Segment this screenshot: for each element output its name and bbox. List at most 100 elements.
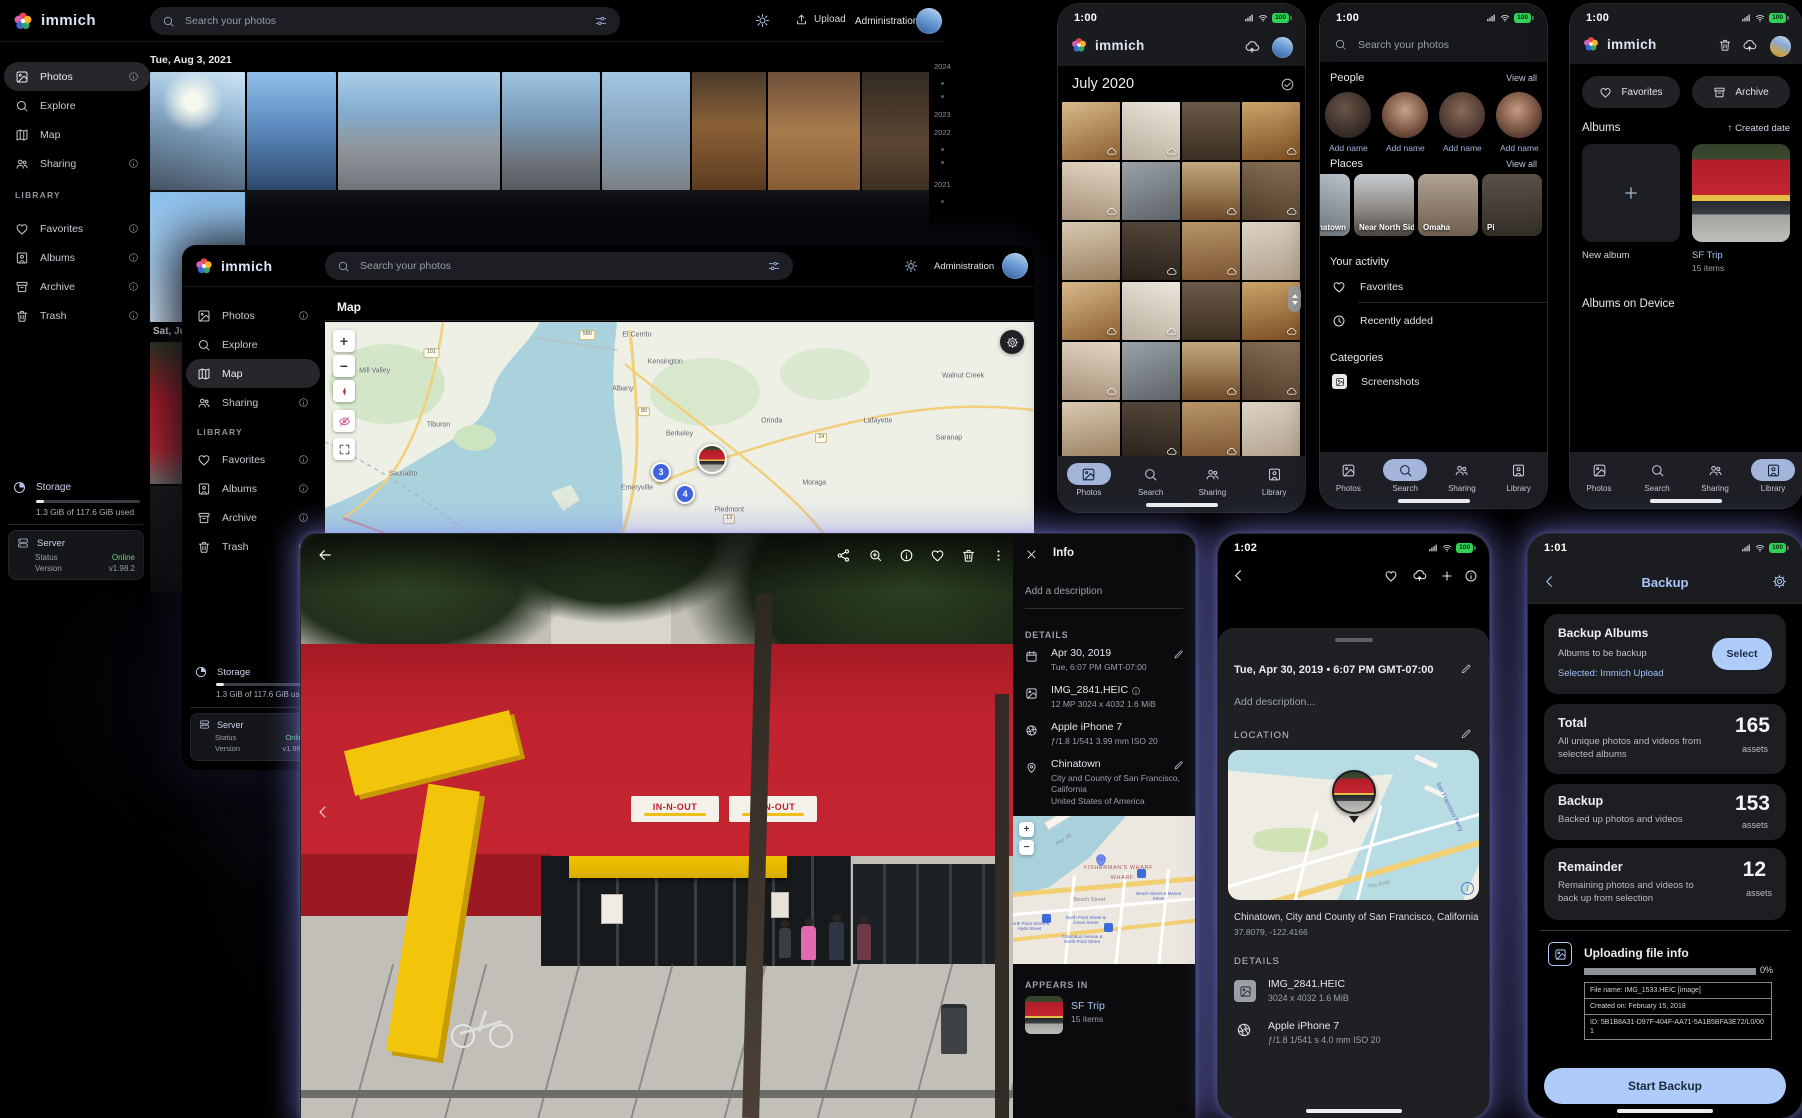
close-icon[interactable] xyxy=(1025,548,1038,561)
photo-thumbnail[interactable] xyxy=(1062,222,1120,280)
nav-tab[interactable]: Search xyxy=(1379,459,1431,493)
photo-thumbnail[interactable] xyxy=(602,72,690,190)
album-cover-tile[interactable] xyxy=(1692,144,1790,242)
nav-tab[interactable]: Photos xyxy=(1322,459,1374,493)
photo-thumbnail[interactable] xyxy=(1242,222,1300,280)
screenshots-row[interactable]: Screenshots xyxy=(1332,374,1419,389)
person-face[interactable] xyxy=(1325,92,1371,138)
photo-thumbnail[interactable] xyxy=(1122,282,1180,340)
photo-thumbnail[interactable] xyxy=(1242,162,1300,220)
info-icon[interactable] xyxy=(1464,569,1478,583)
info-icon[interactable] xyxy=(298,397,309,408)
cloud-sync-icon[interactable] xyxy=(1742,38,1757,53)
upload-button[interactable]: Upload xyxy=(795,13,846,26)
photo-thumbnail[interactable] xyxy=(862,72,929,190)
info-icon[interactable] xyxy=(128,71,139,82)
sidebar-item[interactable]: Explore xyxy=(4,91,150,120)
photo-thumbnail[interactable] xyxy=(692,72,766,190)
sidebar-item[interactable]: Archive xyxy=(186,503,320,532)
add-name-link[interactable]: Add name xyxy=(1329,143,1368,153)
favorite-icon[interactable] xyxy=(930,548,945,563)
map-zoom-out-button[interactable]: − xyxy=(333,355,355,377)
photo-thumbnail[interactable] xyxy=(1182,342,1240,400)
edit-location-icon[interactable] xyxy=(1460,728,1472,740)
nav-tab[interactable]: Photos xyxy=(1063,463,1115,497)
sidebar-item[interactable]: Trash xyxy=(4,301,150,330)
back-chevron-icon[interactable] xyxy=(1231,568,1246,583)
nav-tab[interactable]: Photos xyxy=(1573,459,1625,493)
theme-toggle-icon[interactable] xyxy=(755,13,770,28)
home-indicator[interactable] xyxy=(1306,1109,1402,1113)
photo-thumbnail[interactable] xyxy=(1062,162,1120,220)
cloud-sync-icon[interactable] xyxy=(1244,39,1260,55)
sidebar-item[interactable]: Map xyxy=(186,359,320,388)
select-all-check-icon[interactable] xyxy=(1280,77,1295,92)
share-icon[interactable] xyxy=(836,548,851,563)
sidebar-item[interactable]: Favorites xyxy=(4,214,150,243)
add-name-link[interactable]: Add name xyxy=(1386,143,1425,153)
favorites-button[interactable]: Favorites xyxy=(1582,76,1680,108)
photo-thumbnail[interactable] xyxy=(1182,162,1240,220)
add-to-album-icon[interactable] xyxy=(1440,569,1454,583)
info-icon[interactable] xyxy=(128,252,139,263)
theme-toggle-icon[interactable] xyxy=(904,259,918,273)
nav-tab[interactable]: Search xyxy=(1631,459,1683,493)
photo-thumbnail-marker[interactable] xyxy=(697,444,727,474)
places-view-all-link[interactable]: View all xyxy=(1506,159,1537,169)
location-minimap[interactable]: FISHERMAN'S WHARFWHARFPier 45Beach Stree… xyxy=(1013,816,1195,964)
minimap-zoom-out[interactable]: − xyxy=(1019,840,1034,855)
favorites-row[interactable]: Favorites xyxy=(1332,280,1403,294)
photo-thumbnail[interactable] xyxy=(502,72,600,190)
photo-thumbnail[interactable] xyxy=(1182,282,1240,340)
info-icon[interactable] xyxy=(298,454,309,465)
immich-logo[interactable]: immich xyxy=(12,10,96,32)
sidebar-item[interactable]: Explore xyxy=(186,330,320,359)
upload-cloud-icon[interactable] xyxy=(1412,568,1427,583)
sidebar-item[interactable]: Albums xyxy=(4,243,150,272)
info-icon[interactable] xyxy=(298,512,309,523)
map-zoom-in-button[interactable]: + xyxy=(333,330,355,352)
add-name-link[interactable]: Add name xyxy=(1500,143,1539,153)
photo-thumbnail[interactable] xyxy=(1062,342,1120,400)
photo-thumbnail[interactable] xyxy=(1122,102,1180,160)
minimap-zoom-in[interactable]: + xyxy=(1019,822,1034,837)
start-backup-button[interactable]: Start Backup xyxy=(1544,1068,1786,1104)
map-fullscreen-button[interactable] xyxy=(333,438,355,460)
back-chevron-icon[interactable] xyxy=(1542,574,1557,589)
place-card[interactable]: Chinatown xyxy=(1320,174,1350,236)
photo-thumbnail[interactable] xyxy=(1242,102,1300,160)
map-compass-button[interactable] xyxy=(333,380,355,402)
map-attribution-icon[interactable]: i xyxy=(1461,882,1474,895)
delete-icon[interactable] xyxy=(961,548,976,563)
photo-thumbnail[interactable] xyxy=(1122,342,1180,400)
photo-thumbnail[interactable] xyxy=(1182,222,1240,280)
info-icon[interactable] xyxy=(128,223,139,234)
sidebar-item[interactable]: Sharing xyxy=(186,388,320,417)
photo-thumbnail[interactable] xyxy=(338,72,500,190)
sidebar-item[interactable]: Favorites xyxy=(186,445,320,474)
sidebar-item[interactable]: Sharing xyxy=(4,149,150,178)
info-icon[interactable] xyxy=(128,158,139,169)
albums-sort-control[interactable]: ↑ Created date xyxy=(1728,123,1790,134)
scrollbar-thumb[interactable] xyxy=(1288,286,1301,312)
info-icon[interactable] xyxy=(298,483,309,494)
photo-thumbnail[interactable] xyxy=(1182,102,1240,160)
user-avatar[interactable] xyxy=(1002,253,1028,279)
photo-thumbnail[interactable] xyxy=(1062,402,1120,460)
place-card[interactable]: Near North Side xyxy=(1354,174,1414,236)
archive-button[interactable]: Archive xyxy=(1692,76,1790,108)
photo-cluster-marker[interactable]: 4 xyxy=(675,484,695,504)
nav-tab[interactable]: Sharing xyxy=(1436,459,1488,493)
album-link[interactable]: SF Trip xyxy=(1071,1000,1105,1012)
info-icon[interactable] xyxy=(899,548,914,563)
user-avatar[interactable] xyxy=(916,8,942,34)
home-indicator[interactable] xyxy=(1617,1109,1713,1113)
photo-thumbnail[interactable] xyxy=(150,72,245,190)
previous-photo-chevron[interactable] xyxy=(315,804,331,820)
photo-thumbnail[interactable] xyxy=(1122,162,1180,220)
photo-thumbnail[interactable] xyxy=(1062,102,1120,160)
home-indicator[interactable] xyxy=(1650,499,1722,503)
search-input[interactable]: Search your photos xyxy=(1334,38,1449,51)
more-options-icon[interactable] xyxy=(991,548,1006,563)
new-album-tile[interactable] xyxy=(1582,144,1680,242)
